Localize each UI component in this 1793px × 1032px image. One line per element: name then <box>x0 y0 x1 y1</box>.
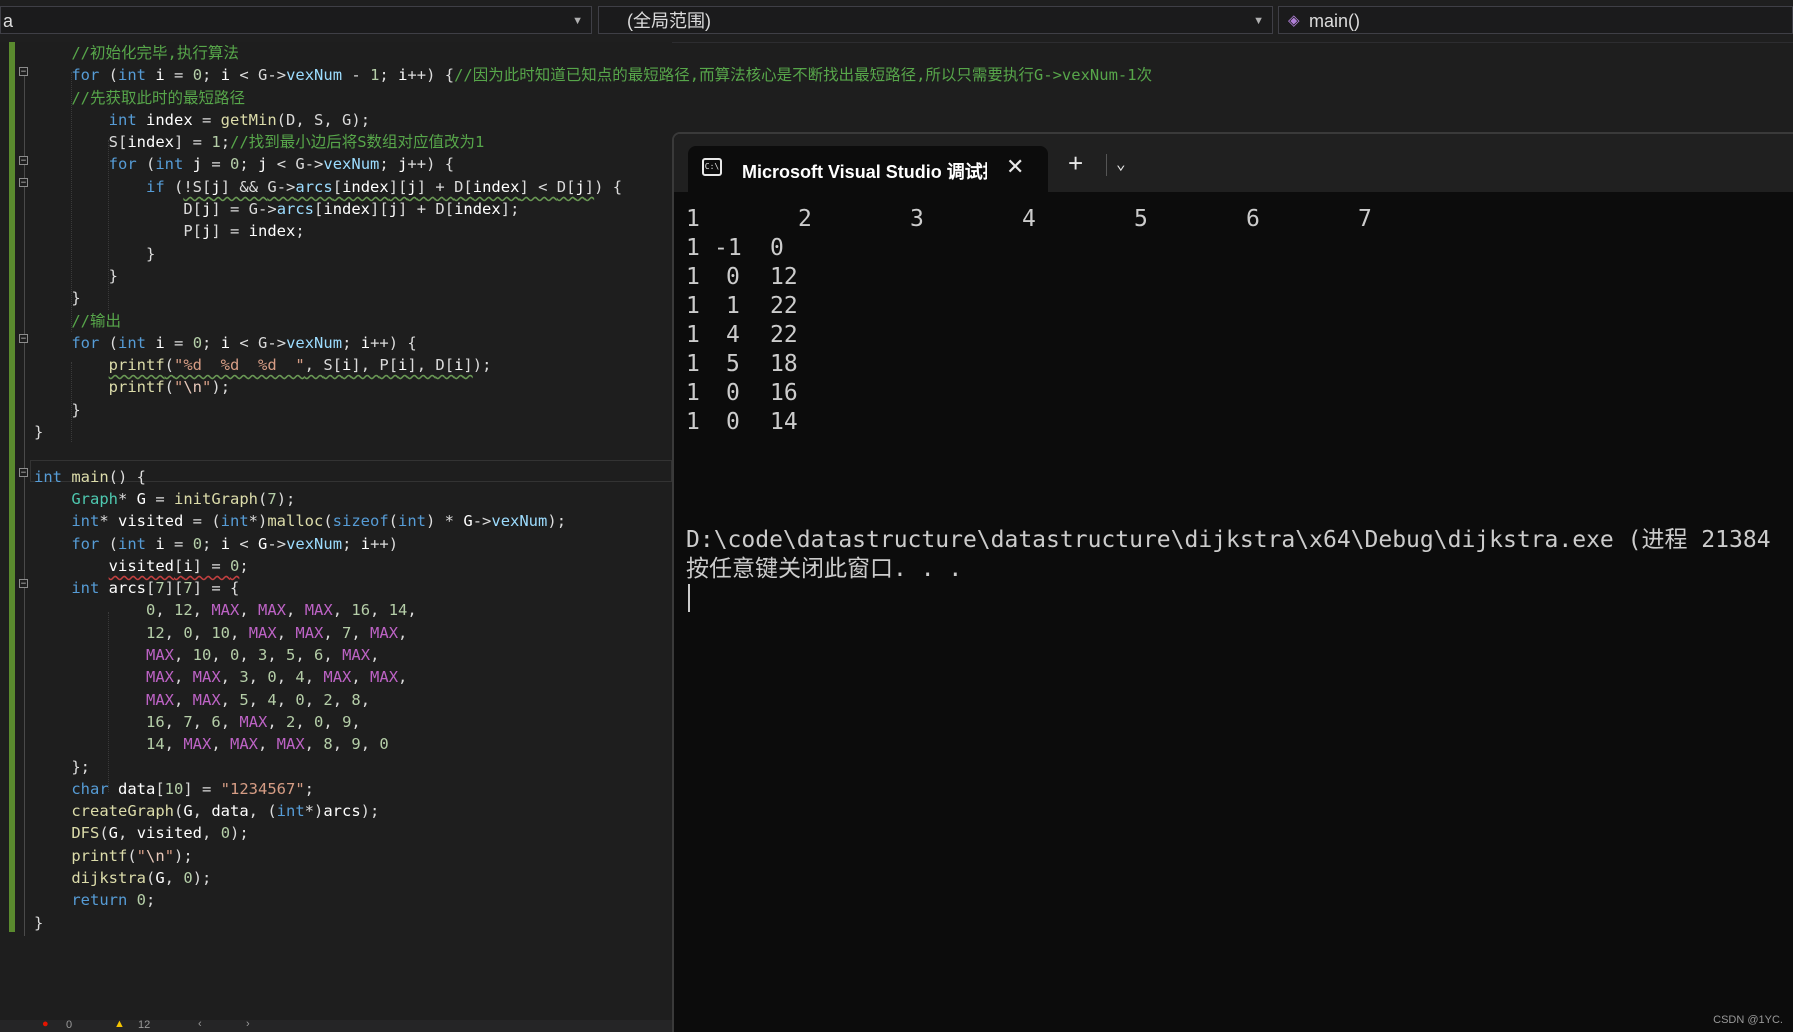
output-cell: 1 <box>686 322 700 348</box>
close-prompt: 按任意键关闭此窗口. . . <box>686 556 963 582</box>
project-label: a <box>3 11 14 31</box>
tab-title: Microsoft Visual Studio 调试控制台 <box>742 162 987 182</box>
output-cell: 1 <box>686 235 700 261</box>
text-cursor <box>688 584 690 612</box>
output-cell: 1 <box>686 293 700 319</box>
output-cell: 1 <box>686 351 700 377</box>
output-cell: 18 <box>770 351 798 377</box>
output-cell: 0 <box>726 380 740 406</box>
change-indicator-bar <box>9 42 15 932</box>
output-cell: 22 <box>770 322 798 348</box>
status-bar: ● 0 ▲ 12 ‹ › <box>0 1018 672 1032</box>
exit-message: D:\code\datastructure\datastructure\dijk… <box>686 526 1771 584</box>
tab-separator <box>1106 154 1107 176</box>
chevron-down-icon[interactable]: ⌄ <box>1116 154 1126 173</box>
scope-label: (全局范围) <box>627 11 711 31</box>
output-cell: 5 <box>726 351 740 377</box>
output-cell: 16 <box>770 380 798 406</box>
watermark: CSDN @1YC. <box>1713 1014 1783 1026</box>
chevron-down-icon: ▼ <box>572 15 583 27</box>
header-cell: 7 <box>1358 206 1372 232</box>
fold-toggle-icon[interactable]: − <box>19 334 28 344</box>
console-icon: C:\ <box>702 158 722 176</box>
scope-dropdown[interactable]: (全局范围) ▼ <box>598 6 1273 34</box>
close-icon[interactable]: ✕ <box>1006 154 1024 180</box>
error-count: 0 <box>66 1019 73 1031</box>
header-cell: 6 <box>1246 206 1260 232</box>
fold-guide <box>24 68 25 936</box>
output-cell: -1 <box>714 235 742 261</box>
warning-count: 12 <box>138 1019 151 1031</box>
fold-toggle-icon[interactable]: − <box>19 579 28 589</box>
output-cell: 12 <box>770 264 798 290</box>
output-cell: 0 <box>726 264 740 290</box>
header-cell: 4 <box>1022 206 1036 232</box>
header-cell: 3 <box>910 206 924 232</box>
debug-console-window[interactable]: C:\ Microsoft Visual Studio 调试控制台 ✕ + ⌄ … <box>672 132 1793 1032</box>
header-cell: 1 <box>686 206 700 232</box>
tab-debug-console[interactable]: C:\ Microsoft Visual Studio 调试控制台 ✕ <box>688 146 1048 192</box>
fold-toggle-icon[interactable]: − <box>19 468 28 478</box>
output-cell: 0 <box>726 409 740 435</box>
output-cell: 1 <box>726 293 740 319</box>
chevron-down-icon: ▼ <box>1253 15 1264 27</box>
function-dropdown[interactable]: ◈ main() <box>1278 6 1793 34</box>
project-dropdown[interactable]: a ▼ <box>0 6 592 34</box>
next-issue-icon[interactable]: › <box>246 1018 250 1030</box>
output-cell: 22 <box>770 293 798 319</box>
prev-issue-icon[interactable]: ‹ <box>198 1018 202 1030</box>
fold-toggle-icon[interactable]: − <box>19 178 28 188</box>
output-cell: 1 <box>686 409 700 435</box>
exit-line: D:\code\datastructure\datastructure\dijk… <box>686 527 1771 553</box>
navigation-bar: a ▼ (全局范围) ▼ ◈ main() <box>0 0 1793 43</box>
warning-icon[interactable]: ▲ <box>114 1018 125 1030</box>
fold-toggle-icon[interactable]: − <box>19 156 28 166</box>
fold-toggle-icon[interactable]: − <box>19 67 28 77</box>
code-editor[interactable]: − − − − − − //初始化完毕,执行算法 for (int i = 0;… <box>0 42 1152 1020</box>
new-tab-icon[interactable]: + <box>1068 148 1083 179</box>
output-cell: 14 <box>770 409 798 435</box>
function-label: main() <box>1309 11 1361 31</box>
output-cell: 1 <box>686 264 700 290</box>
output-cell: 1 <box>686 380 700 406</box>
header-cell: 2 <box>798 206 812 232</box>
tab-strip: C:\ Microsoft Visual Studio 调试控制台 ✕ + ⌄ <box>674 134 1793 192</box>
header-cell: 5 <box>1134 206 1148 232</box>
output-cell: 0 <box>770 235 784 261</box>
error-icon[interactable]: ● <box>42 1018 49 1030</box>
cube-icon: ◈ <box>1288 12 1300 29</box>
output-cell: 4 <box>726 322 740 348</box>
